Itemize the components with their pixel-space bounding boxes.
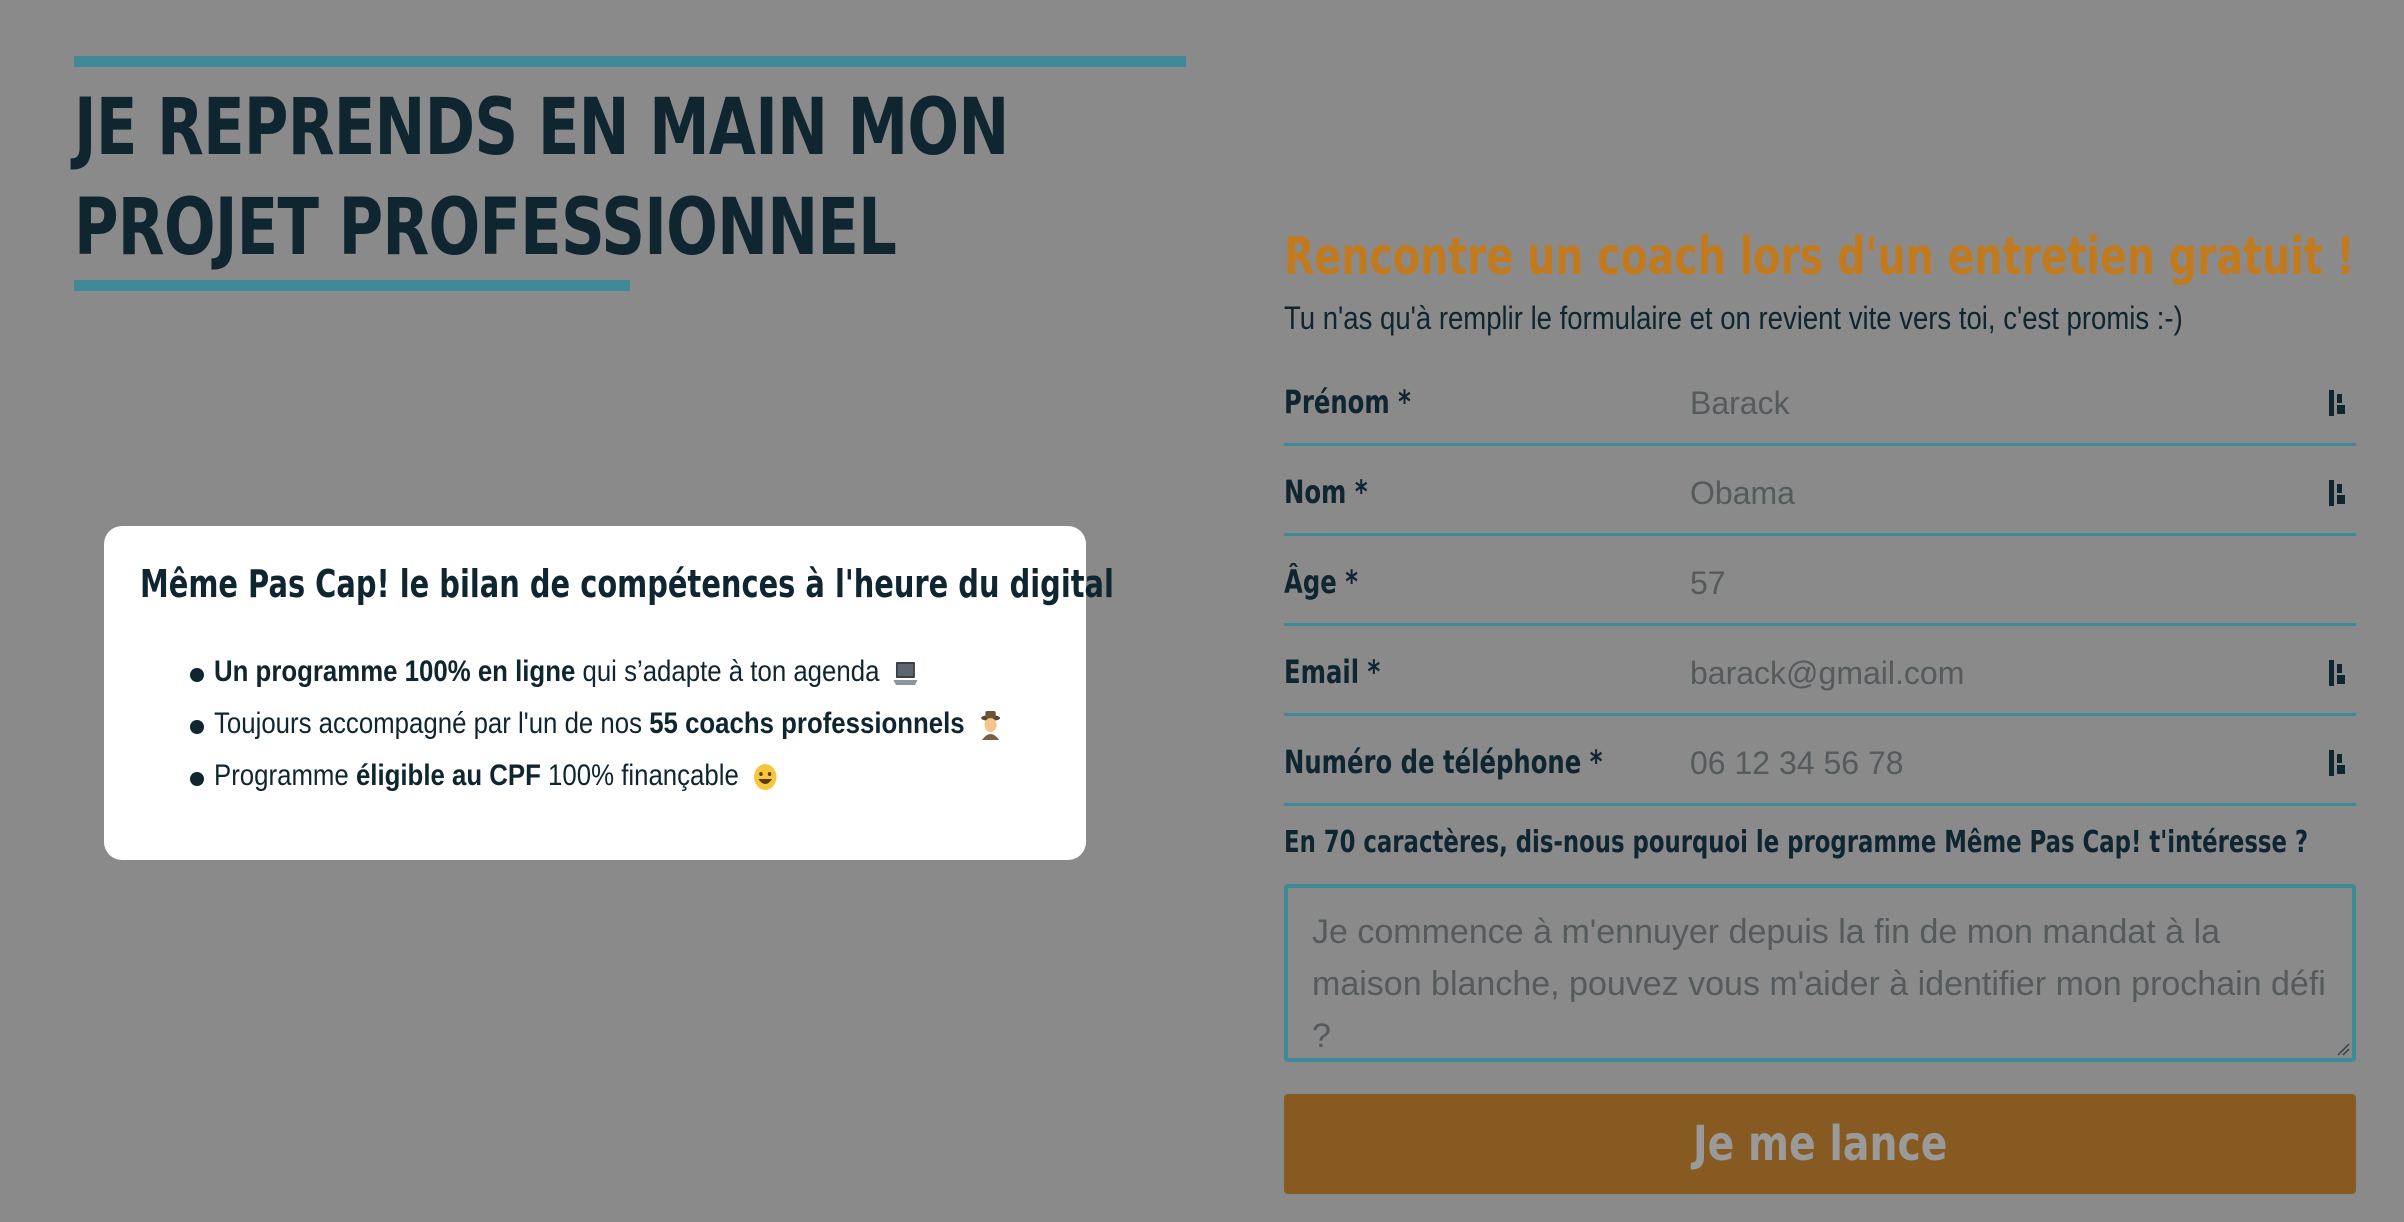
autofill-icon[interactable] (2328, 388, 2348, 418)
resize-grip-icon[interactable] (2334, 1040, 2350, 1056)
field-firstname: Prénom * (1284, 358, 2356, 446)
bullet-list: Un programme 100% en ligne qui s’adapte … (190, 646, 1090, 802)
grinning-face-icon (753, 764, 777, 791)
submit-button-label: Je me lance (1692, 1116, 1948, 1172)
age-input[interactable] (1690, 558, 2290, 608)
bullet-bold: 55 coachs professionnels (649, 707, 965, 740)
field-phone: Numéro de téléphone * (1284, 718, 2356, 806)
firstname-input[interactable] (1690, 378, 2290, 428)
program-card: Même Pas Cap! le bilan de compétences à … (104, 526, 1114, 860)
laptop-icon (893, 662, 918, 686)
bullet-dot (190, 772, 204, 786)
firstname-label: Prénom * (1284, 383, 1411, 421)
bullet-text: Programme (214, 759, 356, 792)
bullet-item-online: Un programme 100% en ligne qui s’adapte … (190, 646, 1090, 698)
motivation-question-label: En 70 caractères, dis-nous pourquoi le p… (1284, 825, 2309, 860)
hero-title-line-2: PROJET PROFESSIONNEL (74, 183, 897, 273)
bullet-dot (190, 668, 204, 682)
lastname-input[interactable] (1690, 468, 2290, 518)
hero-title: JE REPRENDS EN MAIN MON PROJET PROFESSIO… (74, 78, 1009, 278)
phone-input[interactable] (1690, 738, 2290, 788)
form-subheading: Tu n'as qu'à remplir le formulaire et on… (1284, 300, 2183, 336)
hero-bottom-bar (74, 280, 630, 291)
hero-title-line-1: JE REPRENDS EN MAIN MON (74, 83, 1009, 173)
bullet-text: 100% finançable (540, 759, 739, 792)
hero-top-bar (74, 56, 1186, 67)
age-label: Âge * (1284, 563, 1358, 601)
lastname-label: Nom * (1284, 473, 1368, 511)
autofill-icon[interactable] (2328, 478, 2348, 508)
autofill-icon[interactable] (2328, 748, 2348, 778)
form-heading: Rencontre un coach lors d'un entretien g… (1284, 227, 2355, 287)
field-lastname: Nom * (1284, 448, 2356, 536)
submit-button[interactable]: Je me lance (1284, 1094, 2356, 1194)
bullet-text: Toujours accompagné par l'un de nos (214, 707, 650, 740)
bullet-bold: Un programme 100% en ligne (214, 655, 576, 688)
bullet-dot (190, 720, 204, 734)
motivation-textarea[interactable] (1288, 888, 2352, 1058)
autofill-icon[interactable] (2328, 658, 2348, 688)
email-label: Email * (1284, 653, 1381, 691)
phone-label: Numéro de téléphone * (1284, 743, 1603, 781)
card-title: Même Pas Cap! le bilan de compétences à … (140, 562, 1114, 606)
bullet-item-coaches: Toujours accompagné par l'un de nos 55 c… (190, 698, 1090, 750)
bullet-bold: éligible au CPF (355, 759, 541, 792)
detective-icon (981, 711, 1001, 741)
field-age: Âge * (1284, 538, 2356, 626)
email-input[interactable] (1690, 648, 2290, 698)
page: JE REPRENDS EN MAIN MON PROJET PROFESSIO… (0, 0, 2404, 1222)
bullet-text: qui s’adapte à ton agenda (575, 655, 880, 688)
field-email: Email * (1284, 628, 2356, 716)
bullet-item-cpf: Programme éligible au CPF 100% finançabl… (190, 750, 1090, 802)
motivation-textarea-wrapper (1284, 884, 2356, 1062)
